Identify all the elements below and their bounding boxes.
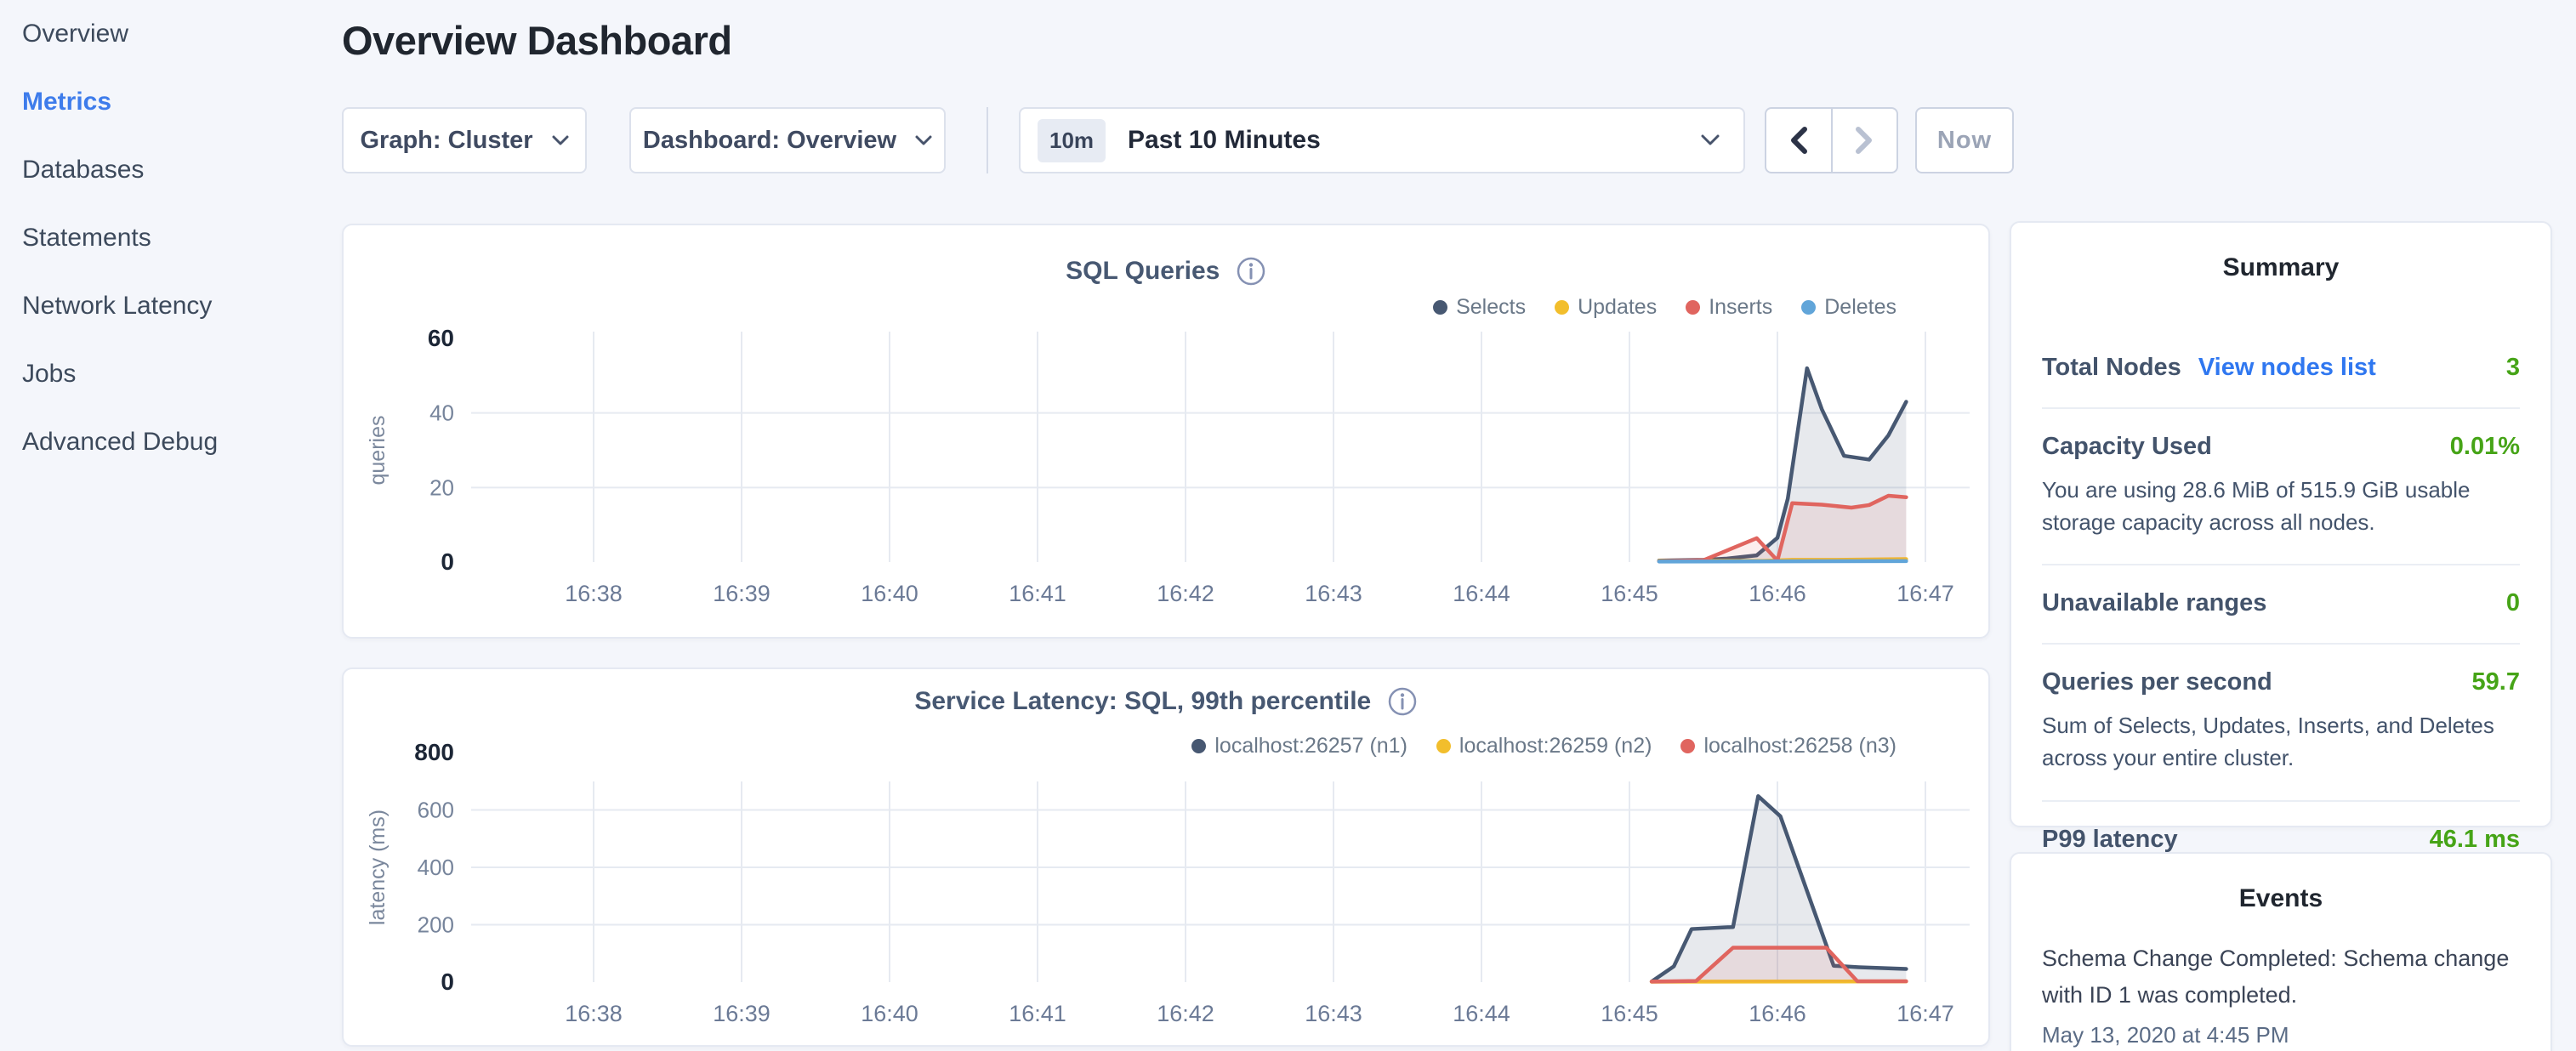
svg-text:16:40: 16:40 xyxy=(861,581,918,606)
svg-text:16:44: 16:44 xyxy=(1453,581,1510,606)
total-nodes-value: 3 xyxy=(2506,354,2520,382)
capacity-used-description: You are using 28.6 MiB of 515.9 GiB usab… xyxy=(2042,474,2520,538)
sql-queries-chart-canvas[interactable]: 16:38 16:39 16:40 16:41 16:42 16:43 16:44 16:45… xyxy=(344,225,1992,640)
svg-text:16:47: 16:47 xyxy=(1896,1001,1954,1026)
svg-text:40: 40 xyxy=(429,401,454,426)
time-range-label: Past 10 Minutes xyxy=(1128,126,1701,155)
svg-text:16:47: 16:47 xyxy=(1896,581,1954,606)
svg-text:16:43: 16:43 xyxy=(1305,581,1362,606)
graph-dropdown-label: Graph: Cluster xyxy=(360,127,532,155)
sidebar-item-databases[interactable]: Databases xyxy=(0,136,340,204)
queries-per-second-value: 59.7 xyxy=(2472,668,2520,696)
svg-text:16:45: 16:45 xyxy=(1601,1001,1658,1026)
events-panel: Events Schema Change Completed: Schema c… xyxy=(2010,852,2552,1051)
svg-text:16:42: 16:42 xyxy=(1157,1001,1214,1026)
sidebar: Overview Metrics Databases Statements Ne… xyxy=(0,0,340,1051)
svg-text:16:44: 16:44 xyxy=(1453,1001,1510,1026)
sidebar-item-jobs[interactable]: Jobs xyxy=(0,340,340,408)
sidebar-item-overview[interactable]: Overview xyxy=(0,0,340,68)
queries-per-second-description: Sum of Selects, Updates, Inserts, and De… xyxy=(2042,710,2520,774)
time-range-selector[interactable]: 10m Past 10 Minutes xyxy=(1019,107,1745,173)
event-timestamp: May 13, 2020 at 4:45 PM xyxy=(2042,1022,2520,1048)
svg-text:16:39: 16:39 xyxy=(713,1001,771,1026)
svg-text:0: 0 xyxy=(441,548,454,575)
dashboard-dropdown-label: Dashboard: Overview xyxy=(643,127,896,155)
graph-dropdown[interactable]: Graph: Cluster xyxy=(342,107,587,173)
summary-heading: Summary xyxy=(2042,253,2520,282)
svg-text:queries: queries xyxy=(366,416,390,486)
svg-text:16:46: 16:46 xyxy=(1749,581,1806,606)
chevron-left-icon xyxy=(1788,126,1809,155)
svg-text:200: 200 xyxy=(418,912,454,938)
sidebar-item-metrics[interactable]: Metrics xyxy=(0,68,340,136)
chevron-down-icon xyxy=(552,135,569,146)
p99-latency-value: 46.1 ms xyxy=(2430,826,2520,854)
service-latency-chart-card: Service Latency: SQL, 99th percentile lo… xyxy=(342,668,1990,1047)
svg-text:16:41: 16:41 xyxy=(1009,1001,1066,1026)
summary-item-capacity-used: Capacity Used 0.01% You are using 28.6 M… xyxy=(2042,407,2520,564)
event-entry: Schema Change Completed: Schema change w… xyxy=(2042,940,2520,1048)
svg-text:400: 400 xyxy=(418,855,454,880)
dashboard-dropdown[interactable]: Dashboard: Overview xyxy=(629,107,946,173)
service-latency-chart-canvas[interactable]: 16:38 16:39 16:40 16:41 16:42 16:43 16:44 16:45… xyxy=(344,669,1992,1048)
summary-list: Total Nodes View nodes list 3 Capacity U… xyxy=(2042,330,2520,879)
svg-text:16:43: 16:43 xyxy=(1305,1001,1362,1026)
time-step-buttons xyxy=(1765,107,1898,173)
svg-text:latency (ms): latency (ms) xyxy=(366,810,390,925)
time-range-badge: 10m xyxy=(1038,119,1106,162)
time-step-back-button[interactable] xyxy=(1766,109,1831,172)
chevron-right-icon xyxy=(1854,126,1874,155)
toolbar-divider xyxy=(987,107,988,173)
summary-item-queries-per-second: Queries per second 59.7 Sum of Selects, … xyxy=(2042,643,2520,799)
sql-queries-chart-card: SQL Queries Selects Updates Inserts xyxy=(342,224,1990,639)
svg-text:16:46: 16:46 xyxy=(1749,1001,1806,1026)
unavailable-ranges-value: 0 xyxy=(2506,589,2520,617)
summary-panel: Summary Total Nodes View nodes list 3 Ca… xyxy=(2010,221,2552,827)
sidebar-item-advanced-debug[interactable]: Advanced Debug xyxy=(0,408,340,476)
time-step-forward-button[interactable] xyxy=(1831,109,1897,172)
svg-text:60: 60 xyxy=(428,325,454,351)
svg-text:16:41: 16:41 xyxy=(1009,581,1066,606)
summary-item-total-nodes: Total Nodes View nodes list 3 xyxy=(2042,330,2520,407)
svg-text:16:38: 16:38 xyxy=(565,581,623,606)
svg-text:16:42: 16:42 xyxy=(1157,581,1214,606)
svg-text:600: 600 xyxy=(418,798,454,823)
chevron-down-icon xyxy=(915,135,932,146)
now-button[interactable]: Now xyxy=(1915,107,2014,173)
sidebar-item-statements[interactable]: Statements xyxy=(0,204,340,272)
capacity-used-value: 0.01% xyxy=(2450,433,2520,461)
svg-text:800: 800 xyxy=(414,739,454,765)
svg-text:0: 0 xyxy=(441,969,454,995)
page-title: Overview Dashboard xyxy=(342,17,732,64)
svg-text:16:39: 16:39 xyxy=(713,581,771,606)
svg-text:20: 20 xyxy=(429,474,454,500)
chevron-down-icon xyxy=(1701,134,1720,146)
sidebar-item-network-latency[interactable]: Network Latency xyxy=(0,272,340,340)
svg-text:16:38: 16:38 xyxy=(565,1001,623,1026)
summary-item-unavailable-ranges: Unavailable ranges 0 xyxy=(2042,564,2520,643)
svg-text:16:40: 16:40 xyxy=(861,1001,918,1026)
metrics-page: Overview Metrics Databases Statements Ne… xyxy=(0,0,2576,1051)
svg-text:16:45: 16:45 xyxy=(1601,581,1658,606)
event-text: Schema Change Completed: Schema change w… xyxy=(2042,940,2520,1014)
view-nodes-list-link[interactable]: View nodes list xyxy=(2198,354,2376,382)
events-heading: Events xyxy=(2042,884,2520,913)
